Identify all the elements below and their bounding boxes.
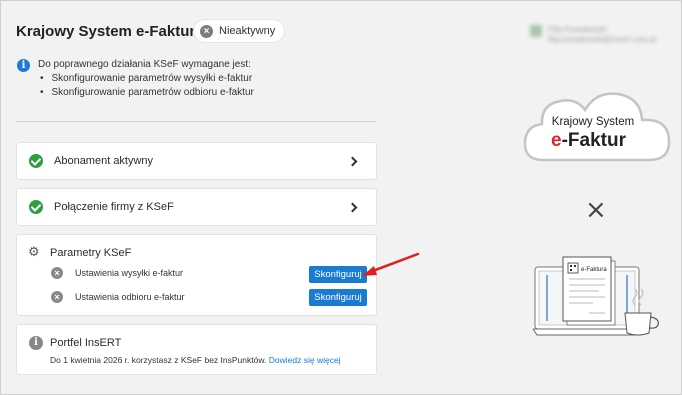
not-configured-icon: × [51,267,63,279]
red-arrow-annotation [362,252,420,276]
send-settings-row: × Ustawienia wysyłki e-faktur [51,267,183,279]
portfel-description: Do 1 kwietnia 2026 r. korzystasz z KSeF … [50,355,267,365]
configure-send-button[interactable]: Skonfiguruj [309,266,367,283]
requirement-item: Skonfigurowanie parametrów odbioru e-fak… [40,86,254,100]
user-account[interactable]: Filip Kowalewski filip.kowalewski@insert… [530,25,656,45]
subscription-status-row[interactable]: Abonament aktywny [16,142,377,180]
check-circle-icon [29,154,43,168]
page-title: Krajowy System e-Faktur [16,23,196,40]
info-icon: i [29,336,43,350]
cloud-text-line1: Krajowy System [552,116,634,128]
receive-settings-label: Ustawienia odbioru e-faktur [75,292,185,302]
check-circle-icon [29,200,43,214]
row-label: Abonament aktywny [54,155,154,167]
status-badge-label: Nieaktywny [219,25,276,37]
avatar [530,25,542,37]
portfel-text: Do 1 kwietnia 2026 r. korzystasz z KSeF … [50,355,341,365]
row-label: Połączenie firmy z KSeF [54,201,174,213]
cloud-text-e: e [551,130,562,151]
ksef-parameters-title: Parametry KSeF [50,247,132,259]
ksef-parameters-card: ⚙ Parametry KSeF × Ustawienia wysyłki e-… [16,234,377,316]
configure-receive-button[interactable]: Skonfiguruj [309,289,367,306]
portfel-title: Portfel InsERT [50,337,122,349]
user-name: Filip Kowalewski [548,25,607,34]
gear-icon: ⚙ [28,244,40,259]
laptop-illustration: e-Faktura [533,256,659,336]
info-icon: i [17,59,30,72]
close-icon: × [585,195,607,225]
laptop-doc-title: e-Faktura [581,267,607,273]
company-connection-row[interactable]: Połączenie firmy z KSeF [16,188,377,226]
requirements-heading: Do poprawnego działania KSeF wymagane je… [38,59,251,70]
divider [16,121,376,122]
inactive-icon: × [200,24,213,38]
requirement-item: Skonfigurowanie parametrów wysyłki e-fak… [40,72,254,86]
learn-more-link[interactable]: Dowiedz się więcej [269,355,341,365]
user-email: filip.kowalewski@insert.com.pl [548,35,657,44]
requirements-info: Do poprawnego działania KSeF wymagane je… [38,58,254,100]
cloud-text-rest: -Faktur [562,130,627,151]
send-settings-label: Ustawienia wysyłki e-faktur [75,268,184,278]
receive-settings-row: × Ustawienia odbioru e-faktur [51,291,185,303]
ksef-cloud-logo: Krajowy System e-Faktur [523,92,671,162]
chevron-right-icon[interactable] [347,202,358,212]
not-configured-icon: × [51,291,63,303]
svg-text:e-Faktur: e-Faktur [551,130,627,151]
chevron-right-icon[interactable] [347,156,358,166]
portfel-card: i Portfel InsERT Do 1 kwietnia 2026 r. k… [16,324,377,375]
status-badge: × Nieaktywny [194,20,285,42]
